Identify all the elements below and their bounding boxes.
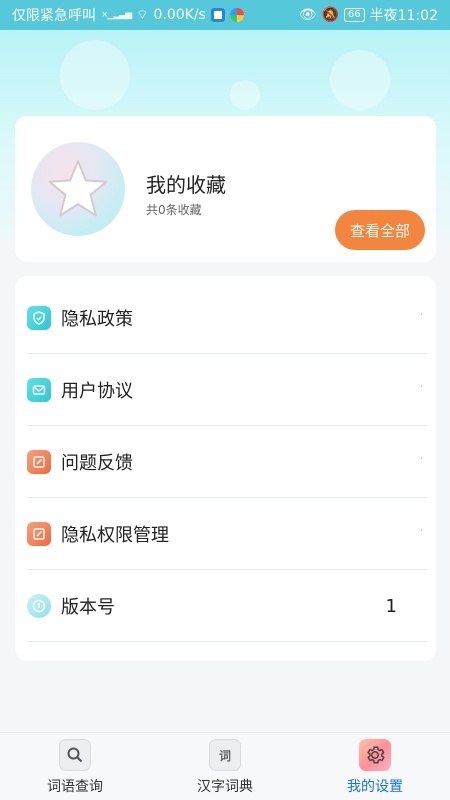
app-notification-icon-2 [229,8,244,22]
tab-label: 汉字词典 [197,779,253,795]
tab-word-search[interactable]: 词语查询 [0,733,150,800]
tab-dictionary[interactable]: 词 汉字词典 [150,733,300,800]
menu-item-label: 隐私政策 [61,309,133,330]
tab-label: 词语查询 [47,779,103,795]
divider [27,641,427,642]
signal-icon: ×▁▂▃▅ [101,10,132,20]
version-number: 1 [385,595,397,617]
chevron-right-icon: · [420,526,423,535]
mail-icon [27,378,51,402]
menu-item-label: 版本号 [61,597,115,618]
menu-item-version[interactable]: 版本号 1 [27,570,427,642]
favorites-star-avatar [31,142,125,236]
settings-menu: 隐私政策 · 用户协议 · 问题反馈 · 隐私权限管理 · 版本号 1 [15,276,436,661]
tab-label: 我的设置 [347,779,403,795]
favorites-count: 共0条收藏 [146,203,202,217]
edit-icon [27,522,51,546]
favorites-card[interactable]: 我的收藏 共0条收藏 查看全部 [15,116,436,262]
menu-item-privacy-permissions[interactable]: 隐私权限管理 · [27,498,427,570]
eye-icon: 👁 [298,7,317,23]
status-bar: 仅限紧急呼叫 ×▁▂▃▅ ⌔ 0.00K/s 👁 🔕 66 半夜11:02 [0,0,450,30]
search-icon [59,739,91,771]
favorites-title: 我的收藏 [146,173,226,197]
menu-item-label: 隐私权限管理 [61,525,169,546]
battery-icon: 66 [343,8,365,22]
chevron-right-icon: · [420,382,423,391]
edit-icon [27,450,51,474]
star-icon [48,160,108,217]
clock: 半夜11:02 [369,8,438,24]
shield-icon [27,306,51,330]
gear-icon [359,739,391,771]
chevron-right-icon: · [420,310,423,319]
carrier-text: 仅限紧急呼叫 [12,8,96,24]
menu-item-user-agreement[interactable]: 用户协议 · [27,354,427,426]
network-speed: 0.00K/s [153,7,206,23]
mute-bell-icon: 🔕 [321,7,339,23]
menu-item-feedback[interactable]: 问题反馈 · [27,426,427,498]
app-notification-icon [210,8,225,22]
menu-item-label: 问题反馈 [61,453,133,474]
dictionary-icon: 词 [209,739,241,771]
menu-item-privacy-policy[interactable]: 隐私政策 · [27,282,427,354]
wifi-icon: ⌔ [136,8,149,23]
info-icon [27,594,51,618]
bottom-nav: 词语查询 词 汉字词典 我的设置 [0,732,450,800]
menu-item-label: 用户协议 [61,381,133,402]
tab-my-settings[interactable]: 我的设置 [300,733,450,800]
chevron-right-icon: · [420,454,423,463]
view-all-button[interactable]: 查看全部 [335,210,425,250]
